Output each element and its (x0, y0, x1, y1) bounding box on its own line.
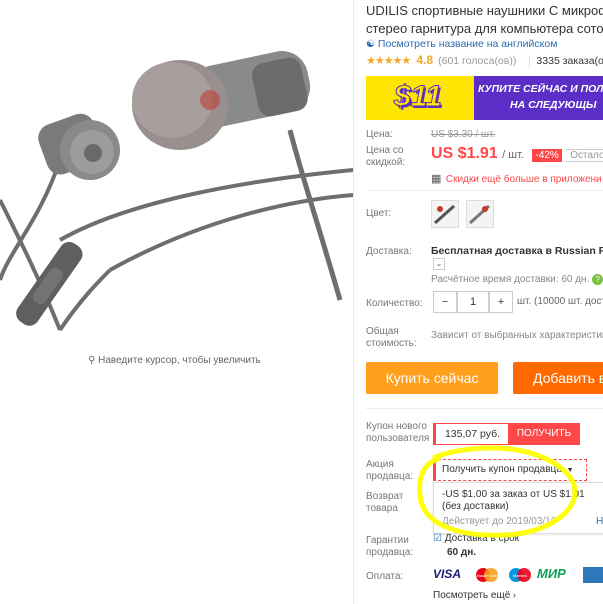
buy-now-button[interactable]: Купить сейчас (366, 362, 498, 394)
more-payment-link[interactable]: Посмотреть ещё › (433, 590, 516, 601)
guarantee-days: 60 дн. (447, 547, 477, 558)
delivery-estimate-text: Расчётное время доставки: 60 дн. (431, 274, 590, 285)
translate-icon: ☯ (366, 39, 375, 50)
product-image[interactable]: ⚲ Наведите курсор, чтобы увеличить (0, 0, 353, 604)
shipping-text[interactable]: Бесплатная доставка в Russian Fede (431, 245, 603, 257)
rating-score: 4.8 (416, 53, 434, 67)
magnifier-icon: ⚲ (88, 355, 96, 366)
mir-icon: МИР (537, 566, 566, 581)
promo-banner[interactable]: $11 КУПИТЕ СЕЙЧАС И ПОЛ НА СЛЕДУЮЩЫ (366, 76, 603, 120)
translate-link-text[interactable]: Посмотреть название на английском (378, 38, 558, 50)
total-label: Общая стоимость: (366, 326, 417, 350)
seller-label-line-2: продавца: (366, 471, 414, 482)
zoom-hint-text: Наведите курсор, чтобы увеличить (98, 355, 261, 366)
separator (366, 408, 603, 409)
coupon-value: 135,07 руб. (433, 423, 510, 445)
guarantee-label-line-2: продавца: (366, 547, 414, 558)
rating-row: ★★★★★ 4.8 (601 голоса(ов)) 3335 заказа(о… (366, 53, 603, 67)
discount-label-line-1: Цена со (366, 145, 404, 156)
quantity-label: Количество: (366, 298, 423, 309)
guarantee-label: Гарантии продавца: (366, 535, 413, 559)
price-unit: / шт. (502, 149, 524, 161)
maestro-icon: Maestro (506, 567, 534, 583)
amex-icon (583, 567, 603, 583)
rating-votes[interactable]: (601 голоса(ов)) (438, 55, 516, 67)
svg-text:Maestro: Maestro (513, 573, 528, 578)
title-line-1: UDILIS спортивные наушники С микрофоно (366, 3, 603, 18)
svg-text:MasterCard: MasterCard (477, 573, 498, 578)
seller-label-line-1: Акция (366, 459, 394, 470)
returns-label: Возврат товара (366, 491, 404, 515)
new-user-coupon-label: Купон нового пользователя (366, 421, 429, 445)
banner-line-1: КУПИТЕ СЕЙЧАС И ПОЛ (478, 83, 603, 95)
old-price: US $3.30 / шт. (431, 129, 496, 140)
qr-code-icon: ▦ (431, 173, 442, 185)
coupon-label-line-2: пользователя (366, 433, 430, 444)
translate-link[interactable]: ☯ Посмотреть название на английском (366, 38, 557, 50)
chevron-right-icon: › (513, 590, 517, 600)
quantity-decrease-button[interactable]: − (433, 291, 457, 313)
current-price: US $1.91 (431, 145, 498, 162)
visa-icon: VISA (433, 567, 462, 581)
title-line-2: стерео гарнитура для компьютера сотовый (366, 21, 603, 36)
discount-label-line-2: скидкой: (366, 157, 406, 168)
mastercard-icon: MasterCard (473, 567, 501, 583)
separator (366, 190, 603, 191)
add-to-cart-button[interactable]: Добавить в (513, 362, 603, 394)
rating-stars-icon: ★★★★★ (366, 55, 411, 67)
returns-label-line-1: Возврат (366, 491, 404, 502)
payment-label: Оплата: (366, 571, 404, 582)
earphones-image (0, 51, 353, 332)
quantity-input[interactable]: 1 (457, 291, 489, 313)
discount-price-label: Цена со скидкой: (366, 145, 405, 169)
total-label-line-2: стоимость: (366, 338, 417, 349)
quantity-available: шт. (10000 шт. доступ (517, 296, 603, 307)
app-discount-link[interactable]: ▦ Скидки ещё больше в приложени (431, 169, 602, 187)
seller-offer-side-link[interactable]: Н (596, 516, 603, 527)
chevron-down-icon[interactable]: ⌄ (433, 258, 445, 270)
more-payment-text[interactable]: Посмотреть ещё (433, 590, 510, 601)
banner-line-2: НА СЛЕДУЮЩЫ (510, 99, 597, 111)
zoom-hint: ⚲ Наведите курсор, чтобы увеличить (88, 355, 261, 366)
highlight-circle (417, 445, 578, 538)
coupon-label-line-1: Купон нового (366, 421, 427, 432)
total-label-line-1: Общая (366, 326, 399, 337)
app-discount-text[interactable]: Скидки ещё больше в приложени (446, 174, 602, 185)
guarantee-label-line-1: Гарантии (366, 535, 409, 546)
color-swatch-2[interactable] (466, 200, 494, 228)
time-remaining: Остало (566, 149, 603, 162)
help-icon[interactable]: ? (592, 274, 603, 285)
delivery-estimate: Расчётное время доставки: 60 дн. ? (431, 274, 603, 285)
color-swatch-1[interactable] (431, 200, 459, 228)
quantity-increase-button[interactable]: + (489, 291, 513, 313)
seller-promo-label: Акция продавца: (366, 459, 413, 483)
total-text: Зависит от выбранных характеристик (431, 330, 603, 341)
color-label: Цвет: (366, 208, 392, 219)
returns-label-line-2: товара (366, 503, 398, 514)
product-title: UDILIS спортивные наушники С микрофоно с… (366, 2, 603, 38)
price-label: Цена: (366, 129, 393, 140)
discount-badge: -42% (532, 149, 562, 162)
orders-count: 3335 заказа(ов (529, 55, 603, 67)
get-coupon-button[interactable]: ПОЛУЧИТЬ (508, 423, 580, 445)
banner-amount: $11 (394, 80, 443, 114)
divider (353, 0, 354, 604)
shipping-label: Доставка: (366, 246, 412, 257)
current-price-row: US $1.91 / шт. -42% Остало (431, 145, 603, 163)
